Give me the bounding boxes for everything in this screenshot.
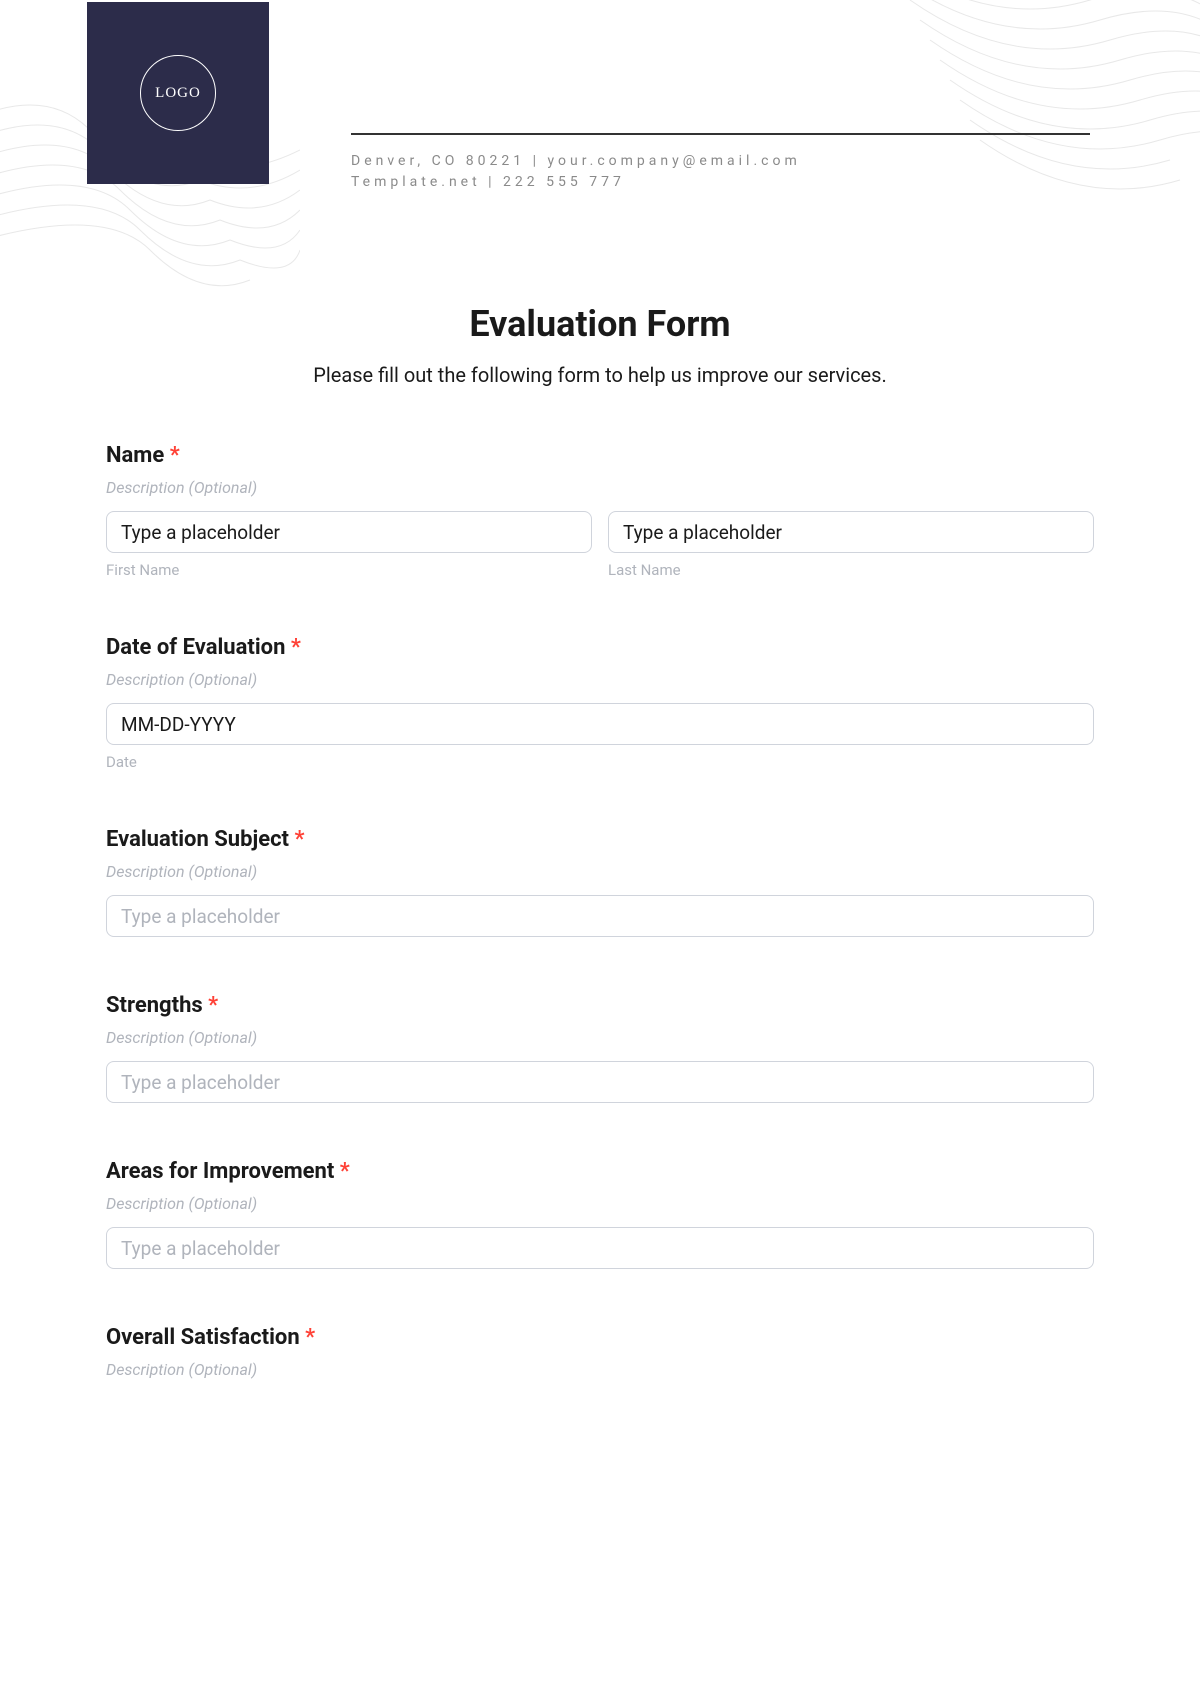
required-star: *	[291, 635, 301, 660]
first-name-sublabel: First Name	[106, 561, 592, 579]
field-name: Name * Description (Optional) First Name…	[106, 443, 1094, 579]
field-satisfaction: Overall Satisfaction * Description (Opti…	[106, 1325, 1094, 1379]
name-label: Name *	[106, 443, 1094, 468]
last-name-sublabel: Last Name	[608, 561, 1094, 579]
name-description: Description (Optional)	[106, 478, 1094, 497]
subject-description: Description (Optional)	[106, 862, 1094, 881]
page-header: LOGO Denver, CO 80221 | your.company@ema…	[0, 0, 1200, 193]
improvement-label: Areas for Improvement *	[106, 1159, 1094, 1184]
satisfaction-label: Overall Satisfaction *	[106, 1325, 1094, 1350]
required-star: *	[340, 1159, 350, 1184]
strengths-input[interactable]	[106, 1061, 1094, 1103]
date-input[interactable]	[106, 703, 1094, 745]
first-name-input[interactable]	[106, 511, 592, 553]
improvement-description: Description (Optional)	[106, 1194, 1094, 1213]
subject-input[interactable]	[106, 895, 1094, 937]
page-subtitle: Please fill out the following form to he…	[106, 363, 1094, 387]
field-subject: Evaluation Subject * Description (Option…	[106, 827, 1094, 937]
last-name-input[interactable]	[608, 511, 1094, 553]
field-date: Date of Evaluation * Description (Option…	[106, 635, 1094, 771]
required-star: *	[170, 443, 180, 468]
required-star: *	[294, 827, 304, 852]
strengths-description: Description (Optional)	[106, 1028, 1094, 1047]
improvement-input[interactable]	[106, 1227, 1094, 1269]
company-info: Denver, CO 80221 | your.company@email.co…	[351, 151, 1090, 193]
logo-text: LOGO	[155, 85, 201, 102]
required-star: *	[305, 1325, 315, 1350]
field-improvement: Areas for Improvement * Description (Opt…	[106, 1159, 1094, 1269]
field-strengths: Strengths * Description (Optional)	[106, 993, 1094, 1103]
date-label: Date of Evaluation *	[106, 635, 1094, 660]
subject-label: Evaluation Subject *	[106, 827, 1094, 852]
header-rule	[351, 133, 1090, 135]
date-description: Description (Optional)	[106, 670, 1094, 689]
logo-circle: LOGO	[140, 55, 216, 131]
company-line1: Denver, CO 80221 | your.company@email.co…	[351, 151, 1090, 172]
required-star: *	[208, 993, 218, 1018]
date-sublabel: Date	[106, 753, 1094, 771]
header-right: Denver, CO 80221 | your.company@email.co…	[351, 133, 1200, 193]
satisfaction-description: Description (Optional)	[106, 1360, 1094, 1379]
form-container: Evaluation Form Please fill out the foll…	[0, 303, 1200, 1379]
strengths-label: Strengths *	[106, 993, 1094, 1018]
page-title: Evaluation Form	[106, 303, 1094, 345]
logo-box: LOGO	[87, 2, 269, 184]
company-line2: Template.net | 222 555 777	[351, 172, 1090, 193]
